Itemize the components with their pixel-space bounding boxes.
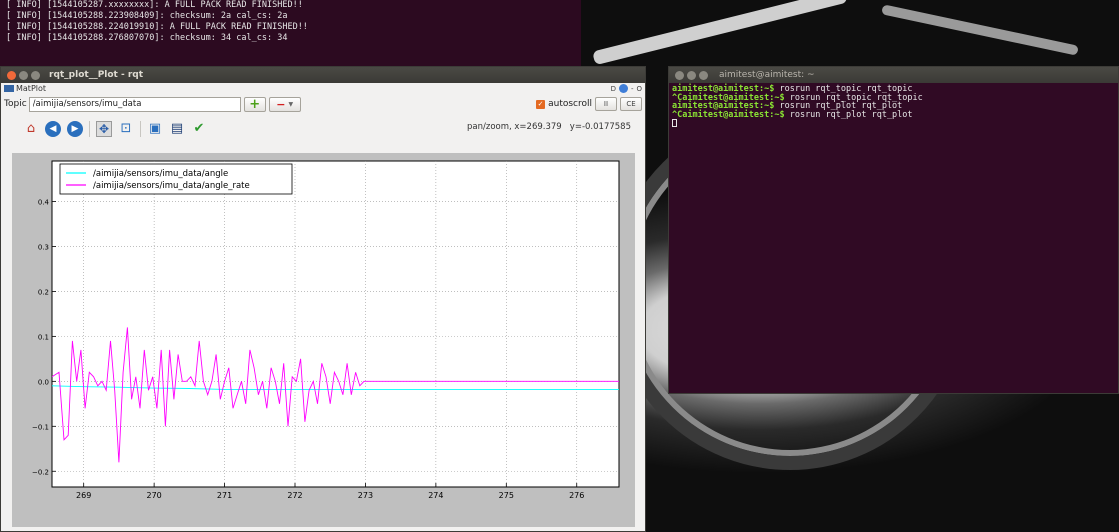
minimize-icon[interactable] (19, 70, 28, 80)
plugin-name: MatPlot (16, 84, 47, 93)
legend-label: /aimijia/sensors/imu_data/angle_rate (93, 181, 250, 191)
terminal-titlebar[interactable]: aimitest@aimitest: ~ (669, 67, 1118, 83)
terminal-title: aimitest@aimitest: ~ (719, 70, 815, 80)
wallpaper-clock-hand-2 (881, 4, 1079, 56)
terminal-cursor (672, 119, 677, 127)
minus-icon: − (276, 97, 286, 111)
plot-toolbar: ⌂ ◀ ▶ ✥ ⊡ ▣ ▤ ✔ pan/zoom, x=269.379 y=-0… (1, 114, 645, 144)
x-tick-label: 271 (217, 491, 232, 500)
x-tick-label: 270 (146, 491, 161, 500)
x-tick-label: 273 (358, 491, 373, 500)
terminal-line (672, 119, 1115, 128)
plot-background (51, 160, 620, 488)
clear-button[interactable]: CE (620, 97, 642, 111)
pan-icon[interactable]: ✥ (96, 121, 112, 137)
y-tick-label: 0.2 (38, 288, 49, 296)
remove-topic-button[interactable]: − ▼ (268, 96, 301, 112)
x-tick-label: 274 (428, 491, 443, 500)
terminal-line: ^Caimitest@aimitest:~$ rosrun rqt_plot r… (672, 109, 1115, 120)
autoscroll-checkbox[interactable]: ✓ autoscroll (536, 99, 592, 109)
back-icon[interactable]: ◀ (45, 121, 61, 137)
plus-icon: + (249, 96, 261, 112)
topic-label: Topic (4, 99, 27, 109)
wallpaper-clock-hand (592, 0, 848, 66)
plugin-minimize-button[interactable]: - (631, 85, 634, 93)
window-title: rqt_plot__Plot - rqt (49, 70, 144, 80)
y-tick-label: 0.0 (38, 378, 49, 386)
pause-button[interactable]: II (595, 97, 617, 111)
minimize-icon[interactable] (687, 70, 696, 80)
window-titlebar[interactable]: rqt_plot__Plot - rqt (1, 67, 645, 83)
x-tick-label: 276 (569, 491, 584, 500)
x-tick-label: 272 (287, 491, 302, 500)
y-tick-label: 0.3 (38, 243, 49, 251)
zoom-icon[interactable]: ⊡ (118, 121, 134, 137)
maximize-icon[interactable] (699, 70, 708, 80)
terminal-line: [ INFO] [1544105288.224019910]: A FULL P… (6, 22, 308, 32)
subplots-icon[interactable]: ▣ (147, 121, 163, 137)
plugin-close-button[interactable]: O (636, 85, 642, 93)
terminal-command: rosrun rqt_plot rqt_plot (784, 109, 913, 120)
plot-area[interactable]: 269 270 271 272 273 274 275 276 −0.2 −0.1 0.0 0.1 0.… (12, 153, 635, 527)
terminal-body[interactable]: aimitest@aimitest:~$ rosrun rqt_topic rq… (669, 83, 1118, 130)
rqt-plot-window[interactable]: rqt_plot__Plot - rqt MatPlot D - O Topic… (0, 66, 646, 532)
chevron-down-icon: ▼ (288, 100, 294, 108)
y-tick-label: 0.4 (38, 198, 50, 206)
check-icon: ✓ (536, 99, 546, 109)
terminal-line: [ INFO] [1544105288.223908409]: checksum… (6, 11, 288, 21)
terminal-window[interactable]: aimitest@aimitest: ~ aimitest@aimitest:~… (668, 66, 1119, 394)
x-tick-label: 269 (76, 491, 91, 500)
y-tick-label: −0.2 (32, 468, 49, 476)
autoscroll-label: autoscroll (548, 99, 592, 109)
edit-curves-icon[interactable]: ✔ (191, 121, 207, 137)
maximize-icon[interactable] (31, 70, 40, 80)
background-terminal[interactable]: [ INFO] [1544105287.xxxxxxxx]: A FULL PA… (0, 0, 581, 66)
terminal-prompt: ^Caimitest@aimitest:~$ (672, 109, 785, 120)
close-icon[interactable] (675, 70, 684, 80)
help-icon[interactable] (618, 84, 628, 93)
terminal-line: [ INFO] [1544105288.276807070]: checksum… (6, 33, 288, 43)
y-tick-label: 0.1 (38, 333, 49, 341)
x-tick-label: 275 (499, 491, 514, 500)
add-topic-button[interactable]: + (243, 96, 266, 112)
plugin-dock-button[interactable]: D (611, 85, 616, 93)
forward-icon[interactable]: ▶ (67, 121, 83, 137)
terminal-line: [ INFO] [1544105287.xxxxxxxx]: A FULL PA… (6, 0, 303, 10)
y-tick-label: −0.1 (32, 423, 49, 431)
home-icon[interactable]: ⌂ (23, 121, 39, 137)
topic-input[interactable] (28, 96, 241, 112)
figure-canvas[interactable]: 269 270 271 272 273 274 275 276 −0.2 −0.1 0.0 0.1 0.… (12, 153, 635, 527)
cursor-coordinates: pan/zoom, x=269.379 y=-0.0177585 (467, 122, 631, 132)
legend-label: /aimijia/sensors/imu_data/angle (93, 169, 228, 179)
save-icon[interactable]: ▤ (169, 121, 185, 137)
close-icon[interactable] (7, 70, 16, 80)
topic-row: Topic + −▼ ✓ autoscroll II CE (1, 94, 645, 114)
plugin-header: MatPlot D - O (1, 83, 645, 94)
matplot-icon (4, 85, 14, 92)
